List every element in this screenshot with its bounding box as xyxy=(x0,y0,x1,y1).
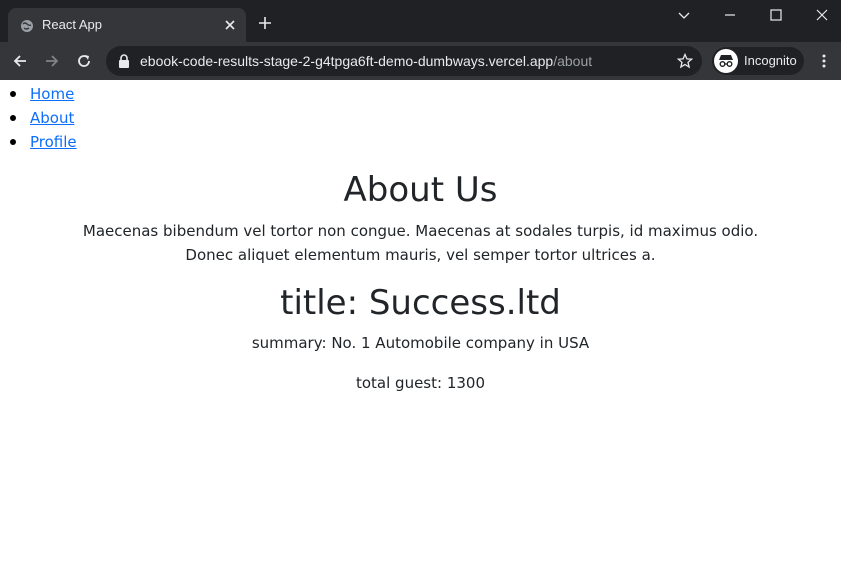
nav-item-home: Home xyxy=(10,82,77,106)
plus-icon[interactable] xyxy=(258,16,272,30)
url-host: ebook-code-results-stage-2-g4tpga6ft-dem… xyxy=(140,53,554,69)
company-title: title: Success.ltd xyxy=(280,283,561,323)
kebab-menu-icon[interactable] xyxy=(816,53,832,69)
tab-strip: React App xyxy=(0,0,841,42)
address-bar[interactable]: ebook-code-results-stage-2-g4tpga6ft-dem… xyxy=(106,46,702,76)
nav-link-home[interactable]: Home xyxy=(30,85,74,103)
close-icon[interactable] xyxy=(224,19,236,31)
incognito-chip[interactable]: Incognito xyxy=(712,47,804,75)
minimize-icon[interactable] xyxy=(723,8,737,22)
nav-list: Home About Profile xyxy=(10,82,77,154)
nav-item-profile: Profile xyxy=(10,130,77,154)
tab-title: React App xyxy=(42,17,102,32)
nav-link-about[interactable]: About xyxy=(30,109,74,127)
nav-link-profile[interactable]: Profile xyxy=(30,133,77,151)
globe-icon xyxy=(21,20,33,32)
back-arrow-icon[interactable] xyxy=(12,53,28,69)
incognito-label: Incognito xyxy=(744,53,797,68)
page-title: About Us xyxy=(343,170,498,210)
close-icon[interactable] xyxy=(815,8,829,22)
chevron-down-icon[interactable] xyxy=(677,8,691,22)
reload-icon[interactable] xyxy=(76,53,92,69)
guest-count: total guest: 1300 xyxy=(355,374,486,392)
browser-toolbar: ebook-code-results-stage-2-g4tpga6ft-dem… xyxy=(0,42,841,80)
star-icon[interactable] xyxy=(677,53,693,69)
page-content: Home About Profile About Us Maecenas bib… xyxy=(0,80,841,564)
forward-arrow-icon[interactable] xyxy=(44,53,60,69)
company-summary: summary: No. 1 Automobile company in USA xyxy=(251,334,590,352)
nav-item-about: About xyxy=(10,106,77,130)
browser-tab[interactable]: React App xyxy=(8,8,246,42)
incognito-icon xyxy=(714,49,738,73)
lock-icon[interactable] xyxy=(118,54,130,68)
url-text[interactable]: ebook-code-results-stage-2-g4tpga6ft-dem… xyxy=(140,53,592,69)
url-path: /about xyxy=(553,53,593,69)
about-description: Maecenas bibendum vel tortor non congue.… xyxy=(82,222,759,264)
maximize-icon[interactable] xyxy=(769,8,783,22)
